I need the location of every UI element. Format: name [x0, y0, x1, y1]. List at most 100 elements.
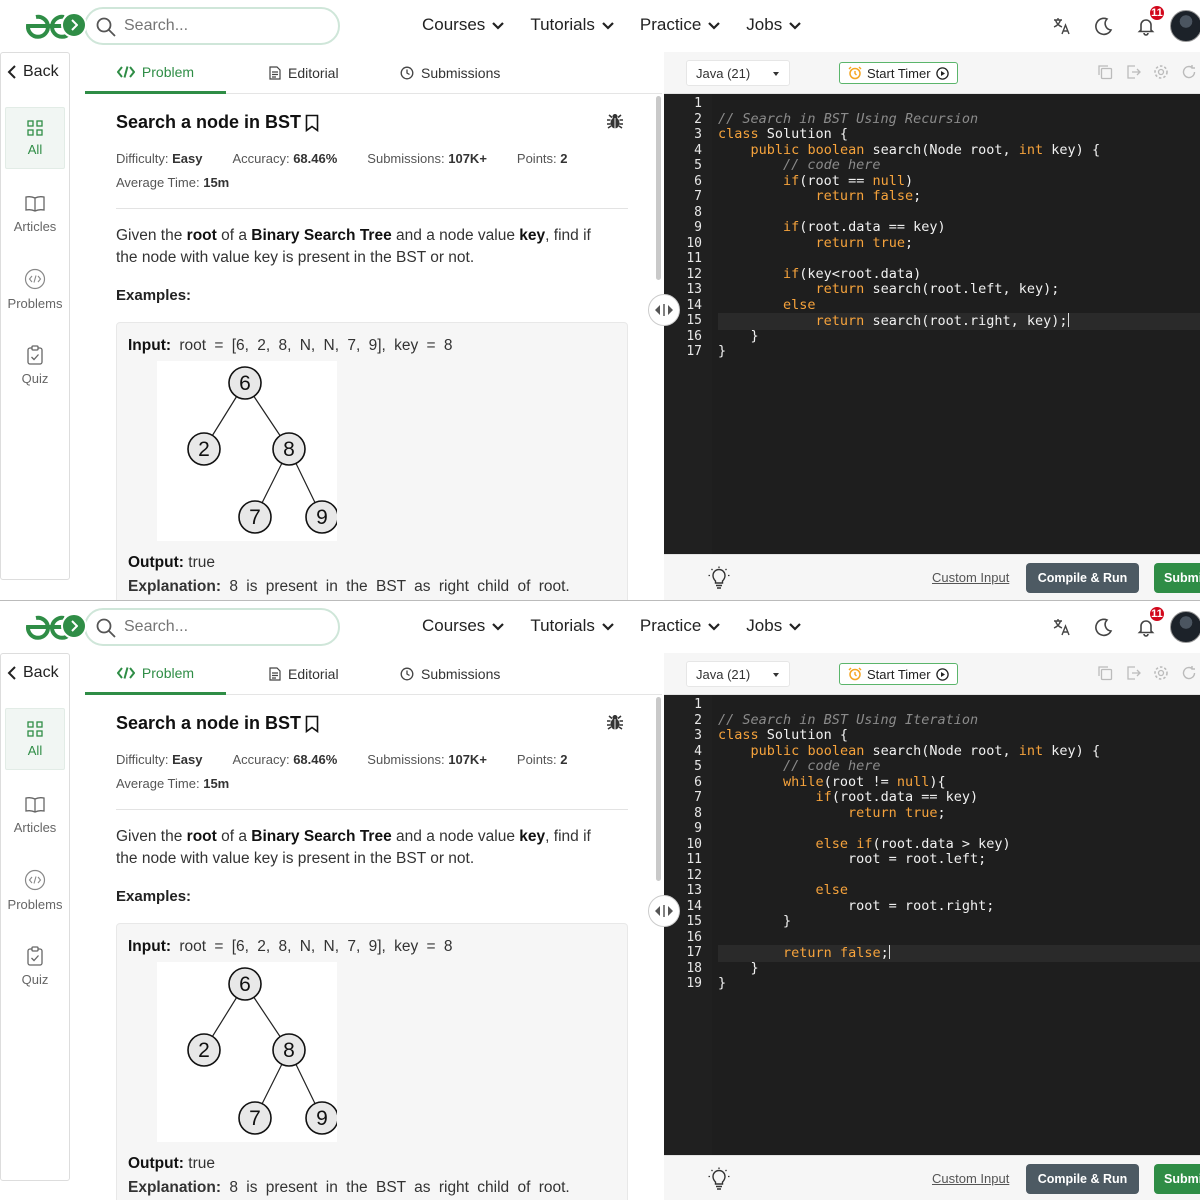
language-select[interactable]: Java (21) [686, 60, 790, 86]
tab-editorial[interactable]: Editorial [269, 52, 339, 94]
code-line[interactable]: // Search in BST Using Recursion [718, 111, 978, 128]
rail-item-problems[interactable]: Problems [5, 859, 65, 921]
tab-problem[interactable]: Problem [85, 52, 226, 94]
notification-bell-icon[interactable]: 11 [1128, 605, 1166, 645]
nav-jobs[interactable]: Jobs [746, 616, 801, 636]
submit-button[interactable]: Submit [1154, 563, 1200, 593]
settings-gear-icon[interactable] [1153, 64, 1169, 80]
code-line[interactable]: if(root == null) [718, 173, 913, 190]
copy-icon[interactable] [1097, 665, 1113, 681]
code-line[interactable]: else [718, 882, 849, 899]
code-line[interactable]: return search(root.left, key); [718, 281, 1060, 298]
code-line[interactable]: if(key<root.data) [718, 266, 921, 283]
bookmark-icon[interactable] [305, 715, 319, 733]
code-line[interactable]: // code here [718, 758, 881, 775]
nav-tutorials[interactable]: Tutorials [530, 15, 614, 35]
code-line[interactable]: class Solution { [718, 727, 848, 744]
code-line[interactable]: return false; [718, 188, 922, 205]
code-line[interactable]: root = root.right; [718, 898, 994, 915]
rail-item-articles[interactable]: Articles [5, 183, 65, 245]
nav-practice[interactable]: Practice [640, 616, 721, 636]
code-line[interactable]: } [718, 913, 791, 930]
dark-mode-icon[interactable] [1086, 8, 1122, 44]
translate-icon[interactable] [1044, 8, 1080, 44]
nav-courses[interactable]: Courses [422, 616, 505, 636]
nav-tutorials[interactable]: Tutorials [530, 616, 614, 636]
scrollbar[interactable] [656, 96, 661, 280]
code-line[interactable]: return search(root.right, key); [718, 313, 1200, 330]
settings-gear-icon[interactable] [1153, 665, 1169, 681]
compile-run-button[interactable]: Compile & Run [1026, 1164, 1139, 1194]
code-line[interactable]: else [718, 297, 816, 314]
code-line[interactable]: } [718, 975, 726, 992]
nav-courses[interactable]: Courses [422, 15, 505, 35]
report-bug-icon[interactable] [606, 112, 624, 130]
tab-submissions[interactable]: Submissions [400, 653, 500, 695]
back-button[interactable]: Back [7, 664, 59, 682]
text-cursor [1067, 313, 1069, 327]
code-line[interactable]: else if(root.data > key) [718, 836, 1011, 853]
language-select[interactable]: Java (21) [686, 661, 790, 687]
code-line[interactable]: if(root.data == key) [718, 219, 946, 236]
code-line[interactable]: } [718, 960, 759, 977]
scrollbar[interactable] [656, 697, 661, 881]
code-line[interactable]: public boolean search(Node root, int key… [718, 142, 1101, 159]
avatar[interactable] [1170, 611, 1200, 643]
notification-bell-icon[interactable]: 11 [1128, 4, 1166, 44]
panel-resize-handle[interactable] [648, 294, 680, 326]
rail-item-all[interactable]: All [5, 708, 65, 770]
bookmark-icon[interactable] [305, 114, 319, 132]
avatar[interactable] [1170, 10, 1200, 42]
search-input[interactable] [124, 616, 324, 638]
notification-badge: 11 [1148, 605, 1166, 623]
start-timer-button[interactable]: Start Timer [839, 663, 958, 685]
search-box[interactable] [84, 7, 340, 45]
code-line[interactable]: // code here [718, 157, 881, 174]
code-line[interactable]: } [718, 343, 726, 360]
code-editor[interactable]: 1 2 3 4 5 6 7 8 9 10 11 12 13 14 15 16 17 18 19 // Search … [664, 695, 1200, 1155]
submit-button[interactable]: Submit [1154, 1164, 1200, 1194]
code-line[interactable]: if(root.data == key) [718, 789, 979, 806]
tab-editorial[interactable]: Editorial [269, 653, 339, 695]
dark-mode-icon[interactable] [1086, 609, 1122, 645]
code-line[interactable]: return true; [718, 235, 914, 252]
lightbulb-icon[interactable] [708, 1167, 730, 1191]
code-line[interactable]: return false; [718, 945, 1200, 962]
export-icon[interactable] [1125, 64, 1141, 80]
copy-icon[interactable] [1097, 64, 1113, 80]
nav-practice[interactable]: Practice [640, 15, 721, 35]
problem-tabs: Problem Editorial Submissions [85, 653, 662, 695]
panel-resize-handle[interactable] [648, 895, 680, 927]
rail-item-articles[interactable]: Articles [5, 784, 65, 846]
code-editor[interactable]: 1 2 3 4 5 6 7 8 9 10 11 12 13 14 15 16 17 // Search in B… [664, 94, 1200, 554]
code-line[interactable]: public boolean search(Node root, int key… [718, 743, 1101, 760]
tab-submissions[interactable]: Submissions [400, 52, 500, 94]
search-input[interactable] [124, 15, 324, 37]
rail-item-all[interactable]: All [5, 107, 65, 169]
rail-item-quiz[interactable]: Quiz [5, 334, 65, 396]
back-button[interactable]: Back [7, 63, 59, 81]
nav-jobs[interactable]: Jobs [746, 15, 801, 35]
code-line[interactable]: return true; [718, 805, 946, 822]
compile-run-button[interactable]: Compile & Run [1026, 563, 1139, 593]
custom-input-link[interactable]: Custom Input [932, 570, 1009, 585]
rail-item-quiz[interactable]: Quiz [5, 935, 65, 997]
code-line[interactable]: root = root.left; [718, 851, 986, 868]
reset-icon[interactable] [1181, 64, 1197, 80]
code-line[interactable]: class Solution { [718, 126, 848, 143]
expand-sidebar-button[interactable] [61, 12, 87, 38]
report-bug-icon[interactable] [606, 713, 624, 731]
code-line[interactable]: // Search in BST Using Iteration [718, 712, 978, 729]
code-line[interactable]: while(root != null){ [718, 774, 946, 791]
custom-input-link[interactable]: Custom Input [932, 1171, 1009, 1186]
code-line[interactable]: } [718, 328, 759, 345]
lightbulb-icon[interactable] [708, 566, 730, 590]
expand-sidebar-button[interactable] [61, 613, 87, 639]
translate-icon[interactable] [1044, 609, 1080, 645]
tab-problem[interactable]: Problem [85, 653, 226, 695]
reset-icon[interactable] [1181, 665, 1197, 681]
search-box[interactable] [84, 608, 340, 646]
rail-item-problems[interactable]: Problems [5, 258, 65, 320]
start-timer-button[interactable]: Start Timer [839, 62, 958, 84]
export-icon[interactable] [1125, 665, 1141, 681]
